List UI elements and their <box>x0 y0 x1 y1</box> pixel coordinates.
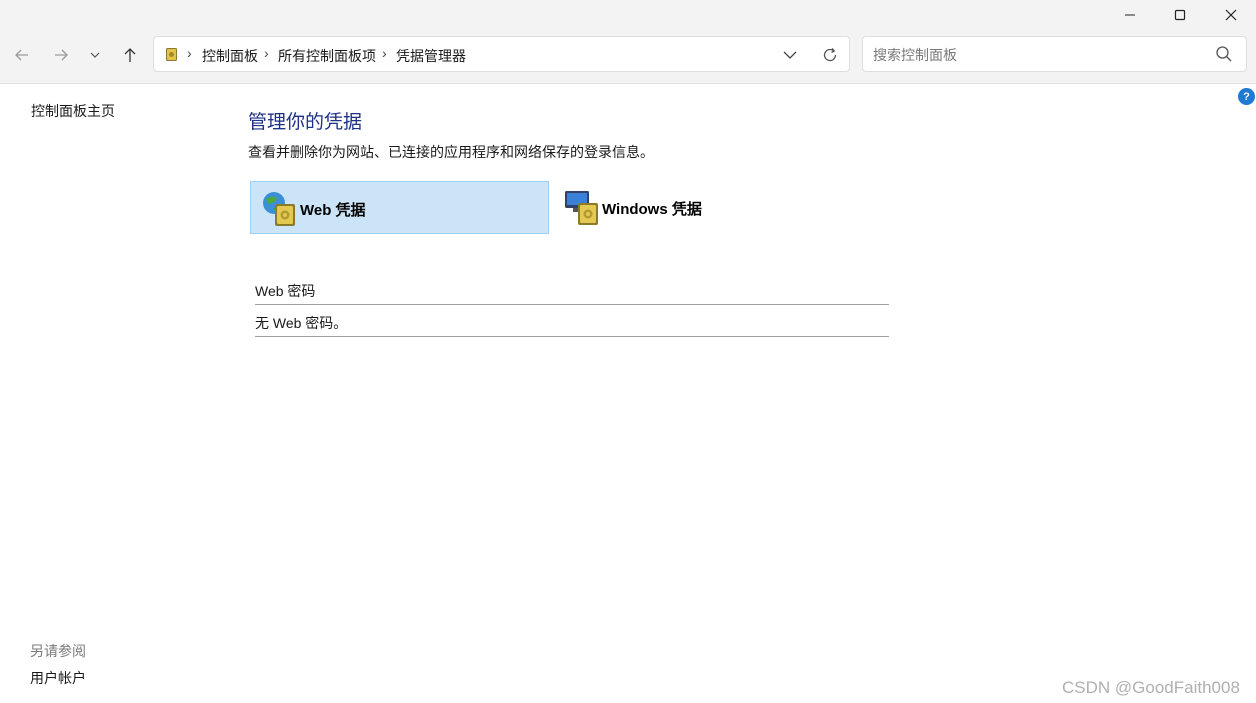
refresh-icon <box>823 48 837 62</box>
search-button[interactable] <box>1215 45 1233 68</box>
search-input[interactable] <box>871 44 1205 66</box>
watermark: CSDN @GoodFaith008 <box>1062 678 1240 697</box>
tab-windows-credentials[interactable]: Windows 凭据 <box>554 181 854 234</box>
page-title: 管理你的凭据 <box>248 112 363 133</box>
navigation-bar: › 控制面板 › 所有控制面板项 › 凭据管理器 <box>0 30 1256 84</box>
breadcrumb-control-panel[interactable]: 控制面板 <box>202 46 258 66</box>
arrow-up-icon <box>124 48 136 62</box>
empty-web-passwords-message: 无 Web 密码。 <box>255 313 889 337</box>
title-bar <box>0 0 1256 30</box>
tab-windows-credentials-label: Windows 凭据 <box>602 201 702 218</box>
globe-vault-icon <box>260 190 300 233</box>
see-also-heading: 另请参阅 <box>30 643 86 659</box>
back-button[interactable] <box>7 40 37 70</box>
chevron-down-icon <box>783 51 797 59</box>
address-bar[interactable]: › 控制面板 › 所有控制面板项 › 凭据管理器 <box>153 36 850 72</box>
forward-button[interactable] <box>46 40 76 70</box>
search-box <box>862 36 1247 72</box>
breadcrumb-separator: › <box>187 45 192 61</box>
chevron-down-icon <box>90 52 100 58</box>
close-button[interactable] <box>1206 0 1256 30</box>
control-panel-icon <box>164 46 180 67</box>
close-icon <box>1225 9 1237 21</box>
computer-vault-icon <box>564 189 604 232</box>
breadcrumb-credential-manager[interactable]: 凭据管理器 <box>396 46 466 66</box>
tab-web-credentials[interactable]: Web 凭据 <box>250 181 549 234</box>
refresh-button[interactable] <box>822 47 838 68</box>
minimize-icon <box>1125 14 1135 16</box>
minimize-button[interactable] <box>1105 0 1155 30</box>
maximize-button[interactable] <box>1155 0 1205 30</box>
help-button[interactable]: ? <box>1238 88 1255 105</box>
breadcrumb-all-items[interactable]: 所有控制面板项 <box>278 46 376 66</box>
web-passwords-section-header[interactable]: Web 密码 <box>255 281 889 305</box>
search-icon <box>1216 46 1232 62</box>
recent-locations-button[interactable] <box>80 40 110 70</box>
breadcrumb-separator: › <box>382 45 387 61</box>
control-panel-home-link[interactable]: 控制面板主页 <box>31 101 115 121</box>
arrow-right-icon <box>55 49 68 61</box>
arrow-left-icon <box>15 49 28 61</box>
user-accounts-link[interactable]: 用户帐户 <box>30 668 86 688</box>
page-description: 查看并删除你为网站、已连接的应用程序和网络保存的登录信息。 <box>248 144 654 160</box>
breadcrumb-separator: › <box>264 45 269 61</box>
up-button[interactable] <box>115 40 145 70</box>
address-dropdown-button[interactable] <box>783 48 797 67</box>
tab-web-credentials-label: Web 凭据 <box>300 202 366 219</box>
maximize-icon <box>1174 9 1186 21</box>
